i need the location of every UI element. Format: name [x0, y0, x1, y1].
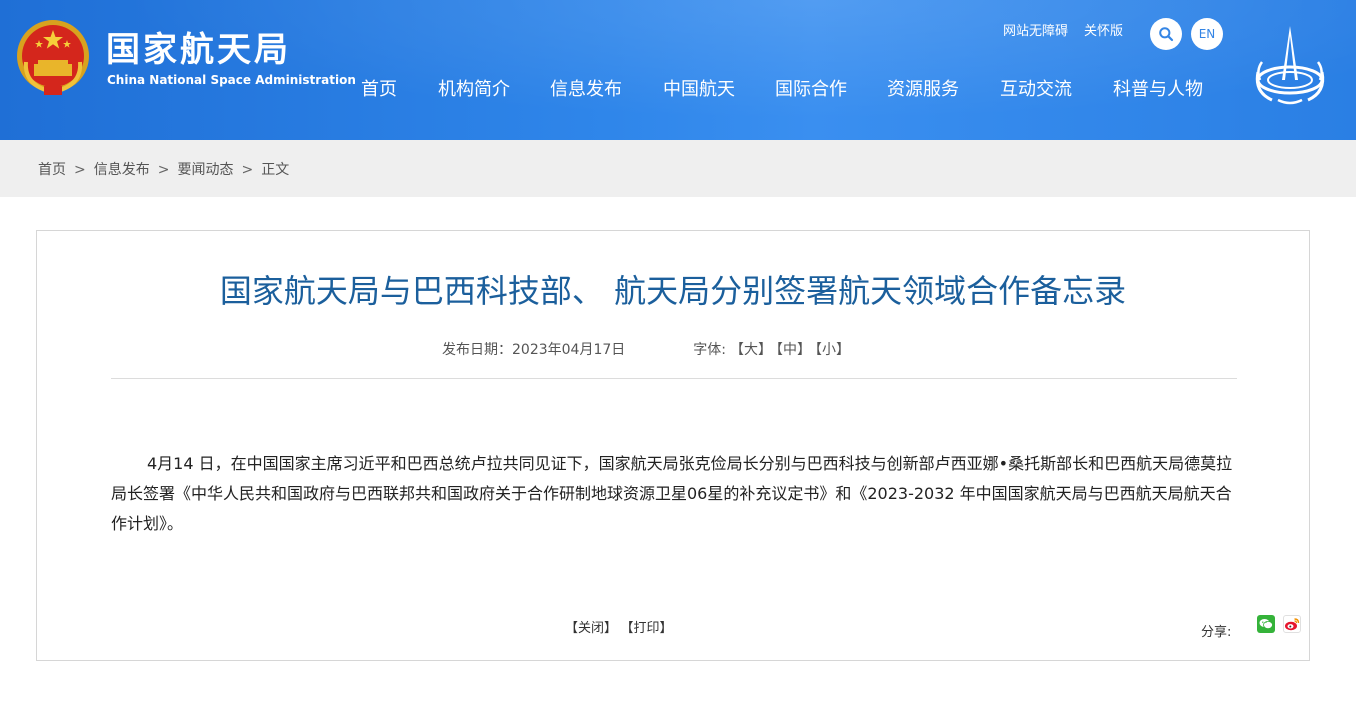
site-name-english: China National Space Administration — [107, 73, 356, 87]
national-emblem-icon[interactable] — [14, 16, 92, 98]
nav-item-news[interactable]: 信息发布 — [550, 78, 622, 102]
close-button[interactable]: 【关闭】 — [565, 621, 617, 636]
breadcrumb-news[interactable]: 信息发布 — [94, 162, 150, 178]
font-size-label: 字体: — [693, 342, 726, 358]
article-meta: 发布日期：2023年04月17日 字体: 【大】 【中】 【小】 — [442, 339, 850, 359]
accessibility-link[interactable]: 网站无障碍 — [1003, 20, 1068, 39]
breadcrumb: 首页 > 信息发布 > 要闻动态 > 正文 — [38, 159, 289, 179]
weibo-share-icon[interactable] — [1283, 615, 1301, 633]
breadcrumb-bar: 首页 > 信息发布 > 要闻动态 > 正文 — [0, 140, 1356, 197]
article-container: 国家航天局与巴西科技部、 航天局分别签署航天领域合作备忘录 发布日期：2023年… — [36, 230, 1310, 661]
breadcrumb-current: 正文 — [261, 162, 290, 178]
top-links: 网站无障碍 关怀版 — [1003, 20, 1139, 39]
breadcrumb-separator: > — [157, 162, 170, 178]
font-size-medium-button[interactable]: 【中】 — [776, 342, 811, 358]
search-button[interactable] — [1150, 18, 1182, 50]
print-button[interactable]: 【打印】 — [627, 621, 673, 636]
font-size-small-button[interactable]: 【小】 — [815, 342, 850, 358]
breadcrumb-separator: > — [74, 162, 86, 178]
breadcrumb-home[interactable]: 首页 — [38, 162, 66, 178]
nav-item-china-space[interactable]: 中国航天 — [663, 78, 735, 102]
nav-item-resources[interactable]: 资源服务 — [887, 78, 959, 102]
nav-item-about[interactable]: 机构简介 — [438, 78, 510, 102]
wechat-share-icon[interactable] — [1257, 615, 1275, 633]
font-size-large-button[interactable]: 【大】 — [730, 342, 772, 358]
nav-item-home[interactable]: 首页 — [361, 78, 397, 102]
cnsa-logo-icon[interactable] — [1250, 22, 1330, 106]
site-name[interactable]: 国家航天局 — [106, 30, 291, 70]
share-label: 分享: — [1201, 625, 1232, 640]
nav-item-international[interactable]: 国际合作 — [775, 78, 847, 102]
nav-item-interaction[interactable]: 互动交流 — [1000, 78, 1072, 102]
nav-item-science[interactable]: 科普与人物 — [1113, 78, 1203, 102]
breadcrumb-headlines[interactable]: 要闻动态 — [177, 162, 233, 178]
breadcrumb-separator: > — [241, 162, 254, 178]
search-icon — [1159, 27, 1174, 42]
care-version-link[interactable]: 关怀版 — [1084, 20, 1123, 39]
article-actions: 【关闭】 【打印】 — [565, 617, 683, 636]
site-header: 国家航天局 China National Space Administratio… — [0, 0, 1356, 140]
english-language-button[interactable]: EN — [1191, 18, 1223, 50]
publish-date: 发布日期：2023年04月17日 — [442, 342, 626, 358]
article-body: 4月14 日，在中国国家主席习近平和巴西总统卢拉共同见证下，国家航天局张克俭局长… — [111, 454, 1233, 533]
title-divider — [111, 378, 1237, 379]
article-title: 国家航天局与巴西科技部、 航天局分别签署航天领域合作备忘录 — [219, 272, 1127, 310]
